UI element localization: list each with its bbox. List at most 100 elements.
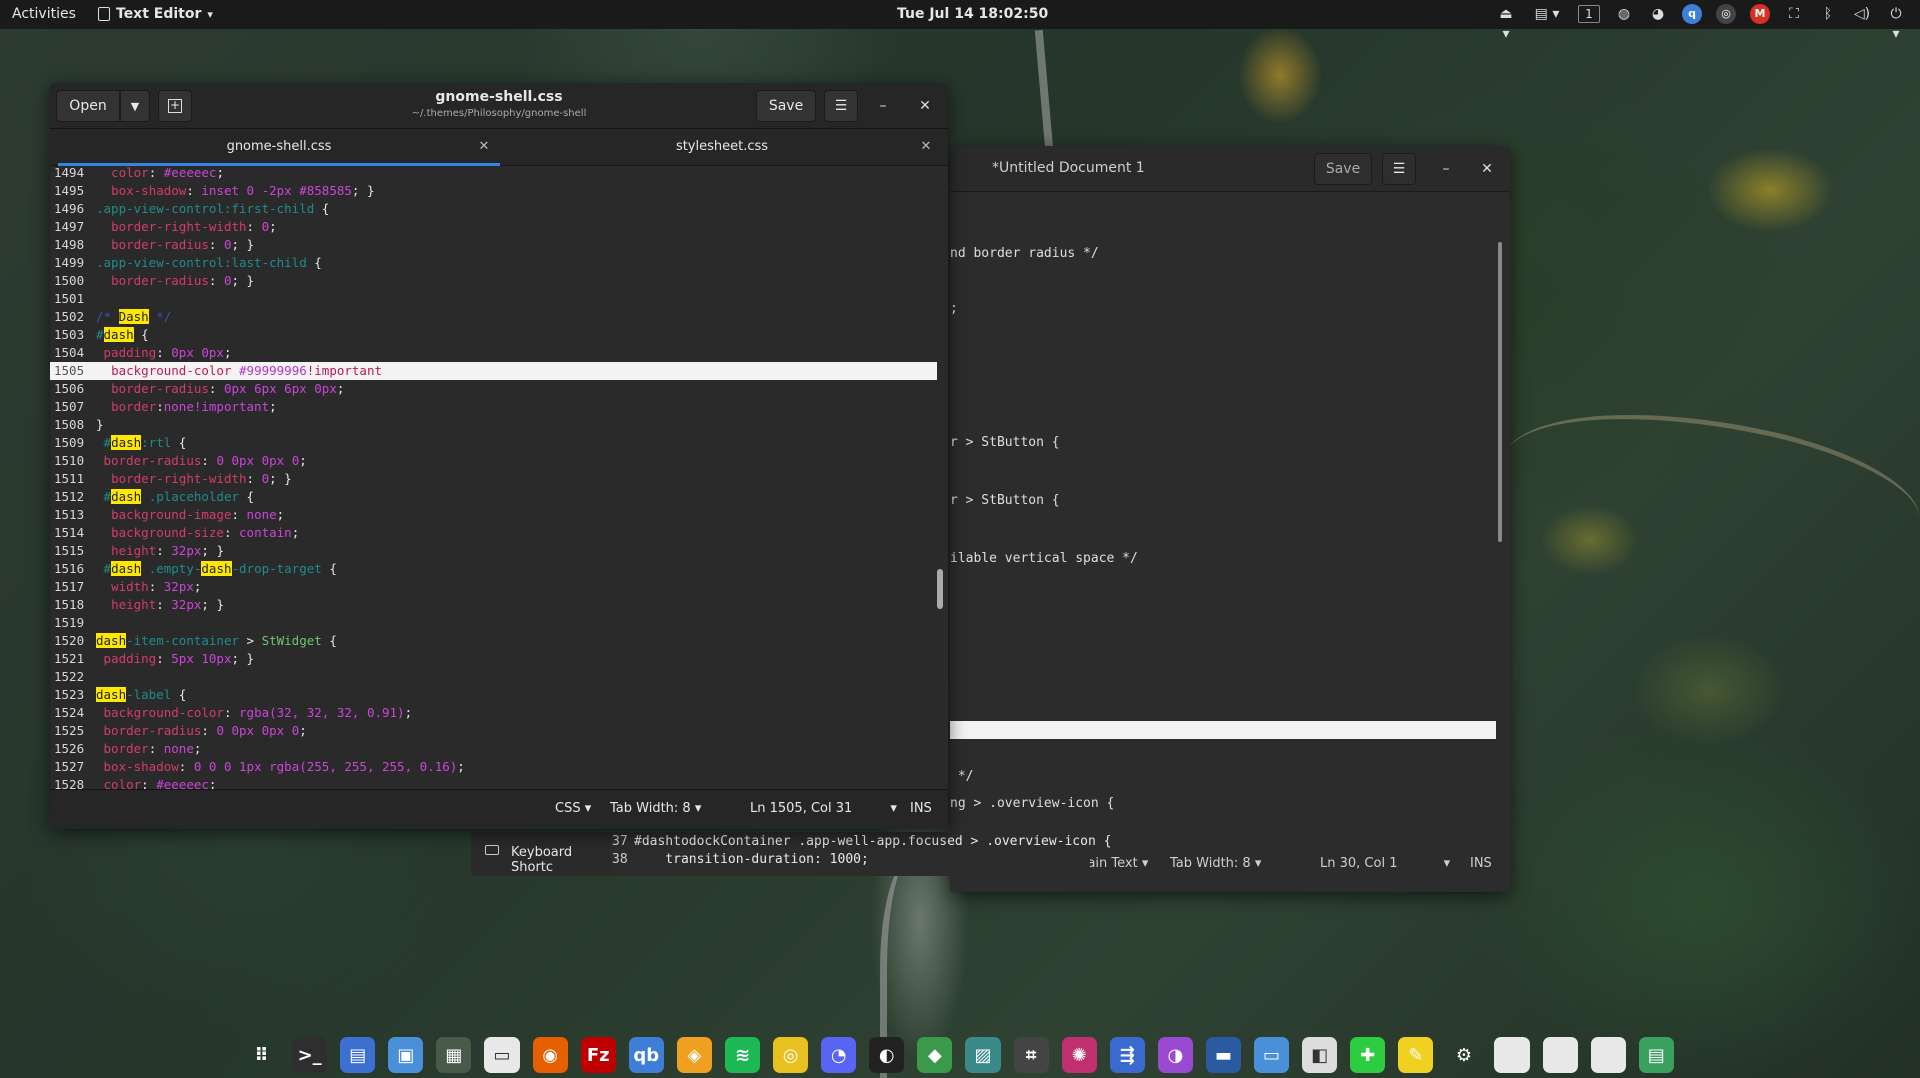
code-text: border:none!important;	[111, 399, 277, 414]
code-line: 1524 background-color: rgba(32, 32, 32, …	[50, 704, 937, 722]
workspace-indicator[interactable]: 1	[1578, 5, 1600, 23]
blank-file-icon-3[interactable]	[1590, 1037, 1626, 1073]
close-icon[interactable]: ✕	[918, 139, 934, 155]
insert-mode-indicator[interactable]: INS	[910, 801, 932, 816]
tab-width-selector[interactable]: Tab Width: 8 ▾	[610, 801, 701, 816]
screenshot-icon[interactable]: ⌗	[1013, 1037, 1049, 1073]
line-number: 1496	[54, 201, 85, 216]
puzzle-extensions-icon[interactable]: ✚	[1350, 1037, 1386, 1073]
clipboard-tray-icon[interactable]: ▤ ▾	[1530, 4, 1564, 24]
code-text: border-radius: 0px 6px 6px 0px;	[111, 381, 345, 396]
hamburger-icon: ☰	[1392, 161, 1406, 177]
network-icon[interactable]: ⛶	[1784, 4, 1804, 24]
archive-icon[interactable]: ▤	[1638, 1037, 1674, 1073]
filezilla-icon[interactable]: Fz	[580, 1037, 616, 1073]
tab-stylesheet-css[interactable]: stylesheet.css	[502, 129, 942, 166]
remote-desktop-icon[interactable]: ⇶	[1109, 1037, 1145, 1073]
untitled-tab-width-selector[interactable]: Tab Width: 8 ▾	[1170, 856, 1261, 871]
line-number: 1520	[54, 633, 85, 648]
code-view[interactable]: 1494 color: #eeeeec; 1495 box-shadow: ins…	[50, 166, 948, 789]
line-number: 1515	[54, 543, 85, 558]
untitled-cursor-position[interactable]: Ln 30, Col 1 ▾	[1320, 856, 1450, 871]
close-icon[interactable]: ✕	[476, 139, 492, 155]
code-line: 1512 #dash .placeholder {	[50, 488, 937, 506]
krita-icon[interactable]: ◑	[1157, 1037, 1193, 1073]
untitled-close-button[interactable]: ✕	[1476, 158, 1498, 180]
app-menu[interactable]: Text Editor ▾	[98, 6, 213, 22]
volume-icon[interactable]: ◁)	[1852, 4, 1872, 24]
code-line: #dashtodockContainer .app-well-app.focus…	[634, 834, 1112, 849]
maps-icon[interactable]: ◆	[917, 1037, 953, 1073]
settings-icon[interactable]: ⚙	[1446, 1037, 1481, 1073]
untitled-save-button[interactable]: Save	[1314, 153, 1372, 185]
eject-icon[interactable]: ⏏ ▾	[1496, 4, 1516, 42]
firefox-icon[interactable]: ◉	[532, 1037, 568, 1073]
cursor-position-selector[interactable]: Ln 1505, Col 31 ▾	[750, 801, 897, 816]
discord-tray-icon[interactable]: ◕	[1648, 4, 1668, 24]
discord-icon[interactable]: ◔	[821, 1037, 857, 1073]
untitled-menu-button[interactable]: ☰	[1382, 153, 1416, 185]
top-bar: Activities Text Editor ▾ Tue Jul 14 18:0…	[0, 0, 1920, 42]
mail-tray-icon[interactable]: M	[1750, 4, 1770, 24]
power-icon[interactable]: ⏻ ▾	[1886, 4, 1906, 42]
untitled-scrollbar[interactable]	[1498, 242, 1502, 542]
save-button[interactable]: Save	[756, 90, 816, 122]
tab-bar: gnome-shell.css ✕ stylesheet.css ✕	[50, 129, 948, 166]
untitled-code-view[interactable]: nd border radius */ ; r > StButton { r >…	[950, 192, 1510, 852]
untitled-document-window: *Untitled Document 1 Save ☰ – ✕ nd borde…	[950, 146, 1510, 892]
cursor-position-label: Ln 1505, Col 31	[750, 801, 853, 816]
text-editor-icon[interactable]: ✎	[1398, 1037, 1434, 1073]
line-number: 1503	[54, 327, 85, 342]
vertical-scrollbar-thumb[interactable]	[937, 569, 943, 609]
activities-button[interactable]: Activities	[12, 6, 76, 22]
code-text: #dash .empty-dash-drop-target {	[96, 561, 337, 576]
clock[interactable]: Tue Jul 14 18:02:50	[897, 6, 1048, 22]
line-number: 1511	[54, 471, 85, 486]
code-line: 1510 border-radius: 0 0px 0px 0;	[50, 452, 937, 470]
tab-label: gnome-shell.css	[226, 139, 332, 154]
bluetooth-icon[interactable]: ᛒ	[1818, 4, 1838, 24]
settings-display-icon[interactable]: ▬	[1205, 1037, 1241, 1073]
disk-utility-icon[interactable]: ◧	[1302, 1037, 1338, 1073]
calendar-icon[interactable]: ▭	[484, 1037, 520, 1073]
code-line: nd border radius */	[950, 246, 1099, 261]
line-number: 1517	[54, 579, 85, 594]
tab-gnome-shell-css[interactable]: gnome-shell.css	[58, 129, 500, 166]
code-text: background-color: rgba(32, 32, 32, 0.91)…	[103, 705, 413, 720]
terminal-icon[interactable]: >_	[292, 1037, 328, 1073]
main-menu-button[interactable]: ☰	[824, 90, 858, 122]
app-grid-icon[interactable]: ⠿	[244, 1037, 279, 1073]
code-line: 1520 dash-item-container > StWidget {	[50, 632, 937, 650]
untitled-position-label: Ln 30, Col 1	[1320, 856, 1398, 871]
qbittorrent-tray-icon[interactable]: q	[1682, 4, 1702, 24]
code-text: box-shadow: 0 0 0 1px rgba(255, 255, 255…	[103, 759, 465, 774]
blank-file-icon-1[interactable]	[1494, 1037, 1530, 1073]
steam-tray-icon[interactable]: ◎	[1716, 4, 1736, 24]
code-line: r > StButton {	[950, 493, 1060, 508]
screen-recorder-icon[interactable]: ▭	[1253, 1037, 1290, 1073]
game-controller-icon[interactable]: ◍	[1614, 4, 1634, 24]
image-viewer-icon[interactable]: ▨	[965, 1037, 1001, 1073]
chromium-icon[interactable]: ◈	[676, 1037, 712, 1073]
line-number: 1506	[54, 381, 85, 396]
untitled-insert-mode[interactable]: INS	[1470, 856, 1492, 871]
blank-file-icon-2[interactable]	[1542, 1037, 1578, 1073]
language-selector[interactable]: CSS ▾	[555, 801, 591, 816]
code-text: border-radius: 0 0px 0px 0;	[103, 453, 307, 468]
clipboard-icon[interactable]: ▣	[388, 1037, 424, 1073]
code-line: 1508}	[50, 416, 937, 434]
obs-icon[interactable]: ◐	[869, 1037, 905, 1073]
close-button[interactable]: ✕	[914, 95, 936, 117]
calculator-icon[interactable]: ▦	[436, 1037, 472, 1073]
current-code-line: 1505 background-color #99999996!importan…	[50, 362, 937, 380]
document-viewer-icon[interactable]: ▤	[340, 1037, 376, 1073]
untitled-minimize-button[interactable]: –	[1435, 158, 1457, 180]
spotify-icon[interactable]: ≋	[724, 1037, 761, 1073]
minimize-button[interactable]: –	[872, 95, 894, 117]
code-text: dash-item-container > StWidget {	[96, 633, 337, 648]
rhythmbox-icon[interactable]: ◎	[773, 1037, 809, 1073]
qbittorrent-icon[interactable]: qb	[628, 1037, 664, 1073]
color-picker-icon[interactable]: ✺	[1061, 1037, 1097, 1073]
keyboard-shortcuts-item[interactable]: Keyboard Shortc	[471, 832, 611, 876]
line-number: 1498	[54, 237, 85, 252]
